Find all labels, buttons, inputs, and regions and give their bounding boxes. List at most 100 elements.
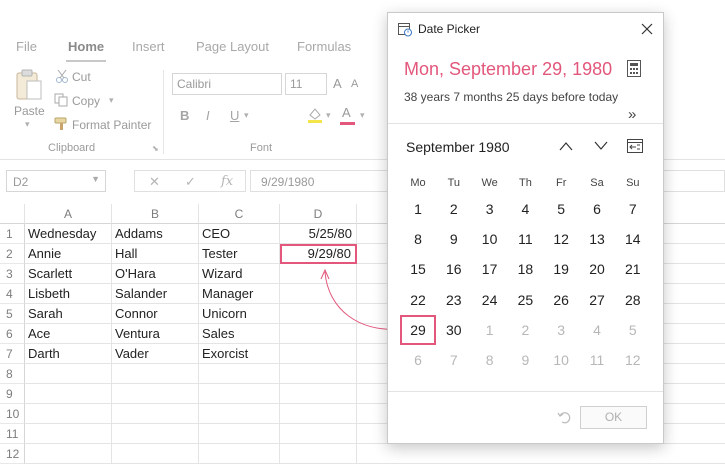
format-painter-button[interactable]: Format Painter — [72, 118, 151, 132]
row-header[interactable]: 12 — [0, 444, 25, 464]
table-cell[interactable] — [112, 384, 199, 404]
calendar-day[interactable]: 11 — [507, 224, 543, 254]
cancel-entry-icon[interactable]: ✕ — [149, 174, 160, 190]
font-color-dropdown-icon[interactable]: ▾ — [360, 110, 365, 121]
calendar-day[interactable]: 26 — [543, 285, 579, 315]
table-cell[interactable] — [112, 404, 199, 424]
calendar-day[interactable]: 21 — [615, 254, 651, 284]
grow-font-button[interactable]: A — [333, 76, 342, 91]
row-header[interactable]: 9 — [0, 384, 25, 404]
calendar-day[interactable]: 8 — [472, 345, 508, 375]
tab-file[interactable]: File — [16, 39, 37, 54]
table-cell[interactable]: Vader — [112, 344, 199, 364]
table-cell[interactable] — [357, 444, 725, 464]
row-header[interactable]: 7 — [0, 344, 25, 364]
row-header[interactable]: 2 — [0, 244, 25, 264]
calendar-day[interactable]: 10 — [472, 224, 508, 254]
row-header[interactable]: 5 — [0, 304, 25, 324]
calendar-day[interactable]: 1 — [400, 194, 436, 224]
chevron-up-icon[interactable] — [558, 140, 574, 152]
table-cell[interactable] — [112, 424, 199, 444]
table-cell[interactable]: Wednesday — [25, 224, 112, 244]
table-cell[interactable]: CEO — [199, 224, 280, 244]
table-cell[interactable]: Unicorn — [199, 304, 280, 324]
table-cell[interactable]: O'Hara — [112, 264, 199, 284]
italic-button[interactable]: I — [206, 108, 210, 123]
table-cell[interactable]: Manager — [199, 284, 280, 304]
table-cell[interactable]: Darth — [25, 344, 112, 364]
table-cell[interactable] — [199, 364, 280, 384]
shrink-font-button[interactable]: A — [351, 78, 358, 90]
row-header[interactable]: 3 — [0, 264, 25, 284]
calendar-day[interactable]: 12 — [543, 224, 579, 254]
tab-insert[interactable]: Insert — [132, 39, 165, 54]
table-cell[interactable] — [280, 264, 357, 284]
table-cell[interactable]: Sarah — [25, 304, 112, 324]
table-cell[interactable] — [280, 304, 357, 324]
table-cell[interactable]: Addams — [112, 224, 199, 244]
dialog-launcher-icon[interactable]: ⬊ — [152, 144, 159, 153]
table-cell[interactable]: Lisbeth — [25, 284, 112, 304]
ok-button[interactable]: OK — [580, 406, 647, 429]
calendar-day[interactable]: 11 — [579, 345, 615, 375]
paste-dropdown-icon[interactable]: ▾ — [25, 119, 30, 130]
table-cell[interactable]: Hall — [112, 244, 199, 264]
font-family-select[interactable]: Calibri — [172, 73, 282, 95]
calendar-day[interactable]: 23 — [436, 285, 472, 315]
calendar-day[interactable]: 25 — [507, 285, 543, 315]
calendar-day[interactable]: 28 — [615, 285, 651, 315]
tab-formulas[interactable]: Formulas — [297, 39, 351, 54]
date-picker-titlebar[interactable]: Date Picker — [388, 13, 663, 45]
table-cell[interactable] — [112, 364, 199, 384]
calendar-day[interactable]: 4 — [579, 315, 615, 345]
underline-dropdown-icon[interactable]: ▾ — [244, 110, 249, 121]
row-header[interactable]: 4 — [0, 284, 25, 304]
calendar-day[interactable]: 13 — [579, 224, 615, 254]
chevron-down-icon[interactable] — [593, 140, 609, 152]
table-cell[interactable] — [280, 404, 357, 424]
copy-dropdown-icon[interactable]: ▾ — [109, 95, 114, 106]
column-header-b[interactable]: B — [112, 204, 199, 224]
calendar-day[interactable]: 1 — [472, 315, 508, 345]
table-cell[interactable]: Tester — [199, 244, 280, 264]
table-cell[interactable] — [280, 424, 357, 444]
calendar-day[interactable]: 18 — [507, 254, 543, 284]
calendar-day[interactable]: 2 — [507, 315, 543, 345]
table-cell[interactable]: Ace — [25, 324, 112, 344]
calendar-day[interactable]: 5 — [615, 315, 651, 345]
calendar-day[interactable]: 8 — [400, 224, 436, 254]
table-cell[interactable] — [199, 384, 280, 404]
insert-function-icon[interactable]: fx — [221, 174, 233, 189]
calendar-day[interactable]: 6 — [579, 194, 615, 224]
table-cell[interactable] — [280, 344, 357, 364]
calendar-day[interactable]: 14 — [615, 224, 651, 254]
table-cell[interactable] — [25, 384, 112, 404]
calendar-day[interactable]: 2 — [436, 194, 472, 224]
calendar-day[interactable]: 24 — [472, 285, 508, 315]
calendar-day[interactable]: 3 — [472, 194, 508, 224]
bold-button[interactable]: B — [180, 108, 189, 123]
table-cell[interactable] — [280, 284, 357, 304]
confirm-entry-icon[interactable]: ✓ — [185, 174, 196, 190]
selected-day[interactable]: 29 — [400, 314, 436, 345]
table-cell[interactable]: Annie — [25, 244, 112, 264]
expand-button[interactable]: » — [628, 106, 636, 123]
row-header[interactable]: 1 — [0, 224, 25, 244]
table-cell[interactable]: Exorcist — [199, 344, 280, 364]
table-cell[interactable] — [199, 424, 280, 444]
calendar-day[interactable]: 7 — [436, 345, 472, 375]
calendar-day[interactable]: 3 — [543, 315, 579, 345]
fill-color-dropdown-icon[interactable]: ▾ — [326, 110, 331, 121]
calendar-day[interactable]: 15 — [400, 254, 436, 284]
table-cell[interactable] — [25, 424, 112, 444]
table-cell[interactable] — [112, 444, 199, 464]
row-header[interactable]: 6 — [0, 324, 25, 344]
table-cell[interactable]: Sales — [199, 324, 280, 344]
calendar-day[interactable]: 5 — [543, 194, 579, 224]
underline-button[interactable]: U — [230, 108, 239, 123]
calendar-day[interactable]: 6 — [400, 345, 436, 375]
select-all-corner[interactable] — [0, 204, 25, 224]
go-to-today-icon[interactable] — [626, 137, 644, 154]
name-box[interactable]: D2 ▼ — [6, 170, 106, 192]
row-header[interactable]: 8 — [0, 364, 25, 384]
